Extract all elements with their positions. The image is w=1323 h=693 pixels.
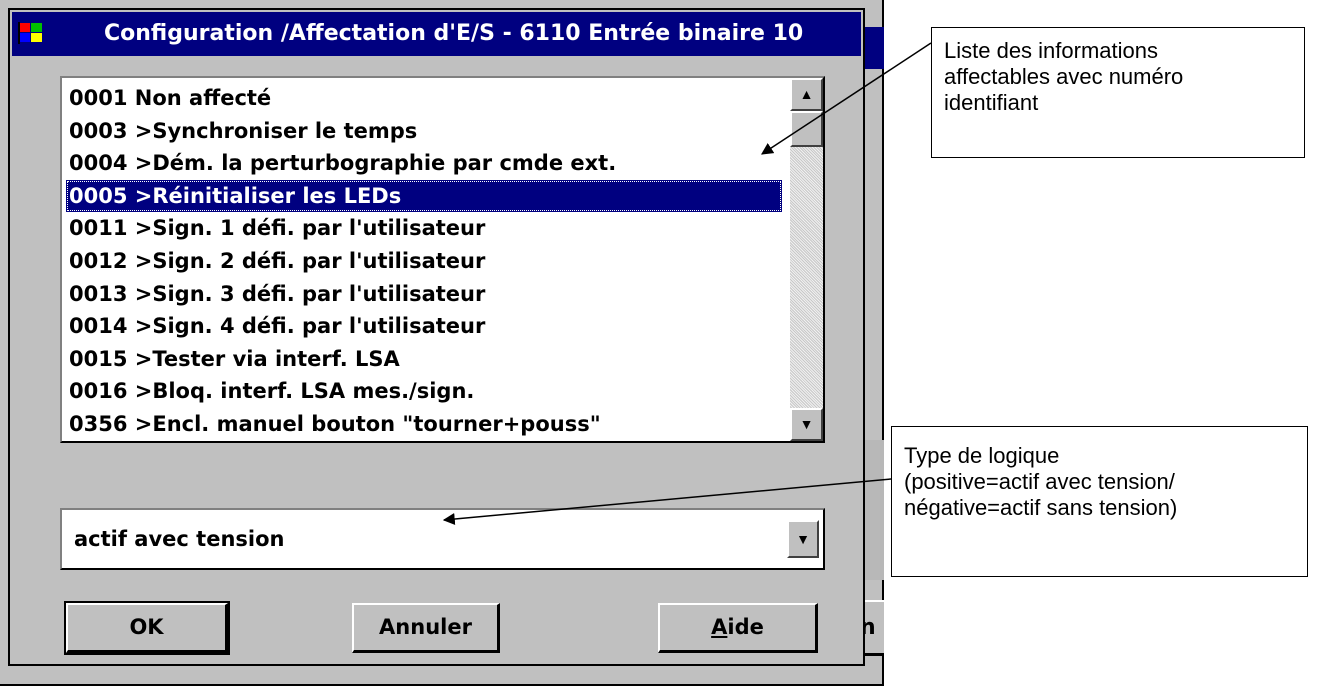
callout-arrows: [442, 42, 932, 525]
arrow-to-logic-select: [442, 478, 892, 525]
arrow-to-listbox: [760, 42, 932, 155]
